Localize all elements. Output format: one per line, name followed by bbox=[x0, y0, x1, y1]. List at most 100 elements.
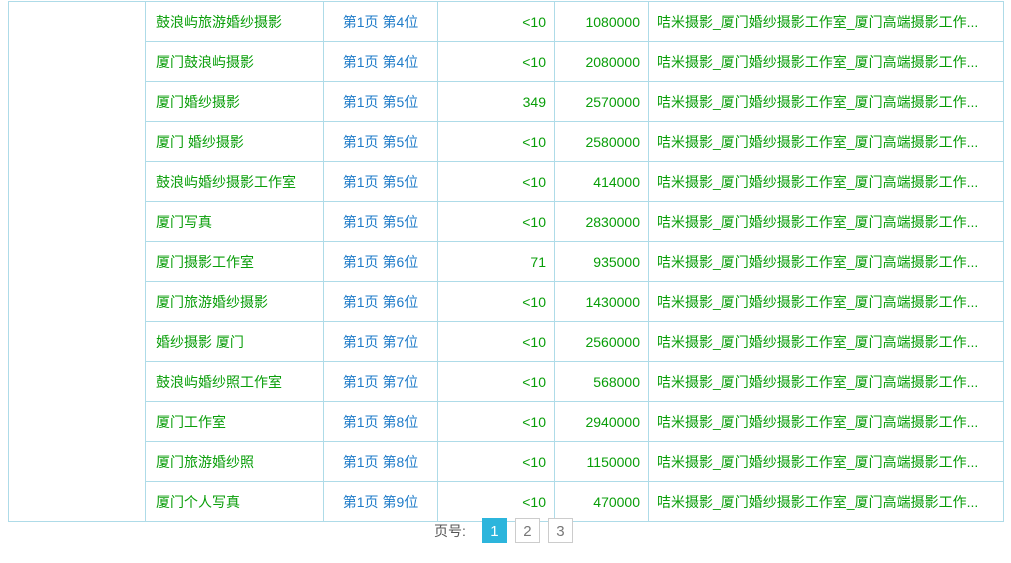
keyword-cell: 厦门个人写真 bbox=[146, 482, 324, 522]
index-value-cell: <10 bbox=[438, 482, 555, 522]
pagination: 页号: 123 bbox=[8, 518, 1003, 543]
index-value-cell: <10 bbox=[438, 322, 555, 362]
keyword-cell: 厦门鼓浪屿摄影 bbox=[146, 42, 324, 82]
result-count-cell: 2580000 bbox=[555, 122, 649, 162]
index-value-cell: <10 bbox=[438, 282, 555, 322]
result-count-cell: 568000 bbox=[555, 362, 649, 402]
page-buttons: 123 bbox=[478, 518, 577, 543]
table-row: 厦门婚纱摄影 第1页 第5位 349 2570000 咭米摄影_厦门婚纱摄影工作… bbox=[9, 82, 1004, 122]
table-row: 婚纱摄影 厦门 第1页 第7位 <10 2560000 咭米摄影_厦门婚纱摄影工… bbox=[9, 322, 1004, 362]
rank-link[interactable]: 第1页 第5位 bbox=[343, 94, 418, 110]
keyword-cell: 厦门写真 bbox=[146, 202, 324, 242]
keyword-cell: 厦门旅游婚纱摄影 bbox=[146, 282, 324, 322]
result-count-cell: 1430000 bbox=[555, 282, 649, 322]
page-number-label: 页号: bbox=[434, 521, 466, 541]
serp-title-cell: 咭米摄影_厦门婚纱摄影工作室_厦门高端摄影工作... bbox=[649, 282, 1004, 322]
table-row: 厦门旅游婚纱摄影 第1页 第6位 <10 1430000 咭米摄影_厦门婚纱摄影… bbox=[9, 282, 1004, 322]
result-count-cell: 2560000 bbox=[555, 322, 649, 362]
keyword-cell: 鼓浪屿旅游婚纱摄影 bbox=[146, 2, 324, 42]
table-row: 厦门鼓浪屿摄影 第1页 第4位 <10 2080000 咭米摄影_厦门婚纱摄影工… bbox=[9, 42, 1004, 82]
rank-link[interactable]: 第1页 第6位 bbox=[343, 254, 418, 270]
serp-title-cell: 咭米摄影_厦门婚纱摄影工作室_厦门高端摄影工作... bbox=[649, 242, 1004, 282]
keyword-cell: 厦门 婚纱摄影 bbox=[146, 122, 324, 162]
result-count-cell: 935000 bbox=[555, 242, 649, 282]
rank-link[interactable]: 第1页 第7位 bbox=[343, 374, 418, 390]
keyword-cell: 厦门工作室 bbox=[146, 402, 324, 442]
result-count-cell: 414000 bbox=[555, 162, 649, 202]
result-count-cell: 2830000 bbox=[555, 202, 649, 242]
serp-title-cell: 咭米摄影_厦门婚纱摄影工作室_厦门高端摄影工作... bbox=[649, 362, 1004, 402]
serp-title-cell: 咭米摄影_厦门婚纱摄影工作室_厦门高端摄影工作... bbox=[649, 402, 1004, 442]
serp-title-cell: 咭米摄影_厦门婚纱摄影工作室_厦门高端摄影工作... bbox=[649, 82, 1004, 122]
result-count-cell: 1080000 bbox=[555, 2, 649, 42]
keyword-cell: 婚纱摄影 厦门 bbox=[146, 322, 324, 362]
table-row: 厦门写真 第1页 第5位 <10 2830000 咭米摄影_厦门婚纱摄影工作室_… bbox=[9, 202, 1004, 242]
rank-cell: 第1页 第6位 bbox=[324, 242, 438, 282]
table-row: 厦门个人写真 第1页 第9位 <10 470000 咭米摄影_厦门婚纱摄影工作室… bbox=[9, 482, 1004, 522]
rank-link[interactable]: 第1页 第8位 bbox=[343, 414, 418, 430]
rank-link[interactable]: 第1页 第4位 bbox=[343, 54, 418, 70]
serp-title-cell: 咭米摄影_厦门婚纱摄影工作室_厦门高端摄影工作... bbox=[649, 202, 1004, 242]
index-value-cell: <10 bbox=[438, 162, 555, 202]
serp-title-cell: 咭米摄影_厦门婚纱摄影工作室_厦门高端摄影工作... bbox=[649, 2, 1004, 42]
rank-cell: 第1页 第5位 bbox=[324, 122, 438, 162]
serp-title-cell: 咭米摄影_厦门婚纱摄影工作室_厦门高端摄影工作... bbox=[649, 322, 1004, 362]
table-row: 鼓浪屿旅游婚纱摄影 第1页 第4位 <10 1080000 咭米摄影_厦门婚纱摄… bbox=[9, 2, 1004, 42]
rank-cell: 第1页 第7位 bbox=[324, 362, 438, 402]
page-button-3[interactable]: 3 bbox=[548, 518, 573, 543]
table-row: 鼓浪屿婚纱摄影工作室 第1页 第5位 <10 414000 咭米摄影_厦门婚纱摄… bbox=[9, 162, 1004, 202]
table-row: 厦门摄影工作室 第1页 第6位 71 935000 咭米摄影_厦门婚纱摄影工作室… bbox=[9, 242, 1004, 282]
empty-side-cell bbox=[9, 2, 146, 522]
rank-cell: 第1页 第8位 bbox=[324, 442, 438, 482]
keyword-cell: 鼓浪屿婚纱照工作室 bbox=[146, 362, 324, 402]
rank-cell: 第1页 第8位 bbox=[324, 402, 438, 442]
table-row: 厦门 婚纱摄影 第1页 第5位 <10 2580000 咭米摄影_厦门婚纱摄影工… bbox=[9, 122, 1004, 162]
page-button-2[interactable]: 2 bbox=[515, 518, 540, 543]
result-count-cell: 2080000 bbox=[555, 42, 649, 82]
index-value-cell: <10 bbox=[438, 42, 555, 82]
rank-link[interactable]: 第1页 第4位 bbox=[343, 14, 418, 30]
keyword-cell: 厦门摄影工作室 bbox=[146, 242, 324, 282]
rank-cell: 第1页 第7位 bbox=[324, 322, 438, 362]
keyword-rank-table: 鼓浪屿旅游婚纱摄影 第1页 第4位 <10 1080000 咭米摄影_厦门婚纱摄… bbox=[8, 1, 1004, 522]
page-button-1[interactable]: 1 bbox=[482, 518, 507, 543]
index-value-cell: <10 bbox=[438, 402, 555, 442]
serp-title-cell: 咭米摄影_厦门婚纱摄影工作室_厦门高端摄影工作... bbox=[649, 162, 1004, 202]
rank-link[interactable]: 第1页 第9位 bbox=[343, 494, 418, 510]
rank-cell: 第1页 第6位 bbox=[324, 282, 438, 322]
result-count-cell: 470000 bbox=[555, 482, 649, 522]
serp-title-cell: 咭米摄影_厦门婚纱摄影工作室_厦门高端摄影工作... bbox=[649, 442, 1004, 482]
keyword-cell: 鼓浪屿婚纱摄影工作室 bbox=[146, 162, 324, 202]
result-count-cell: 2940000 bbox=[555, 402, 649, 442]
keyword-rank-table-container: 鼓浪屿旅游婚纱摄影 第1页 第4位 <10 1080000 咭米摄影_厦门婚纱摄… bbox=[8, 1, 1004, 522]
rank-link[interactable]: 第1页 第8位 bbox=[343, 454, 418, 470]
keyword-cell: 厦门旅游婚纱照 bbox=[146, 442, 324, 482]
keyword-cell: 厦门婚纱摄影 bbox=[146, 82, 324, 122]
index-value-cell: 349 bbox=[438, 82, 555, 122]
index-value-cell: <10 bbox=[438, 202, 555, 242]
result-count-cell: 2570000 bbox=[555, 82, 649, 122]
index-value-cell: <10 bbox=[438, 122, 555, 162]
rank-cell: 第1页 第5位 bbox=[324, 82, 438, 122]
rank-cell: 第1页 第4位 bbox=[324, 42, 438, 82]
rank-cell: 第1页 第9位 bbox=[324, 482, 438, 522]
rank-link[interactable]: 第1页 第5位 bbox=[343, 174, 418, 190]
rank-link[interactable]: 第1页 第5位 bbox=[343, 134, 418, 150]
keyword-table-body: 鼓浪屿旅游婚纱摄影 第1页 第4位 <10 1080000 咭米摄影_厦门婚纱摄… bbox=[9, 2, 1004, 522]
table-row: 鼓浪屿婚纱照工作室 第1页 第7位 <10 568000 咭米摄影_厦门婚纱摄影… bbox=[9, 362, 1004, 402]
index-value-cell: <10 bbox=[438, 362, 555, 402]
serp-title-cell: 咭米摄影_厦门婚纱摄影工作室_厦门高端摄影工作... bbox=[649, 482, 1004, 522]
index-value-cell: <10 bbox=[438, 442, 555, 482]
rank-link[interactable]: 第1页 第6位 bbox=[343, 294, 418, 310]
table-row: 厦门工作室 第1页 第8位 <10 2940000 咭米摄影_厦门婚纱摄影工作室… bbox=[9, 402, 1004, 442]
rank-cell: 第1页 第4位 bbox=[324, 2, 438, 42]
serp-title-cell: 咭米摄影_厦门婚纱摄影工作室_厦门高端摄影工作... bbox=[649, 42, 1004, 82]
rank-cell: 第1页 第5位 bbox=[324, 202, 438, 242]
index-value-cell: 71 bbox=[438, 242, 555, 282]
rank-link[interactable]: 第1页 第7位 bbox=[343, 334, 418, 350]
result-count-cell: 1150000 bbox=[555, 442, 649, 482]
serp-title-cell: 咭米摄影_厦门婚纱摄影工作室_厦门高端摄影工作... bbox=[649, 122, 1004, 162]
index-value-cell: <10 bbox=[438, 2, 555, 42]
table-row: 厦门旅游婚纱照 第1页 第8位 <10 1150000 咭米摄影_厦门婚纱摄影工… bbox=[9, 442, 1004, 482]
rank-link[interactable]: 第1页 第5位 bbox=[343, 214, 418, 230]
